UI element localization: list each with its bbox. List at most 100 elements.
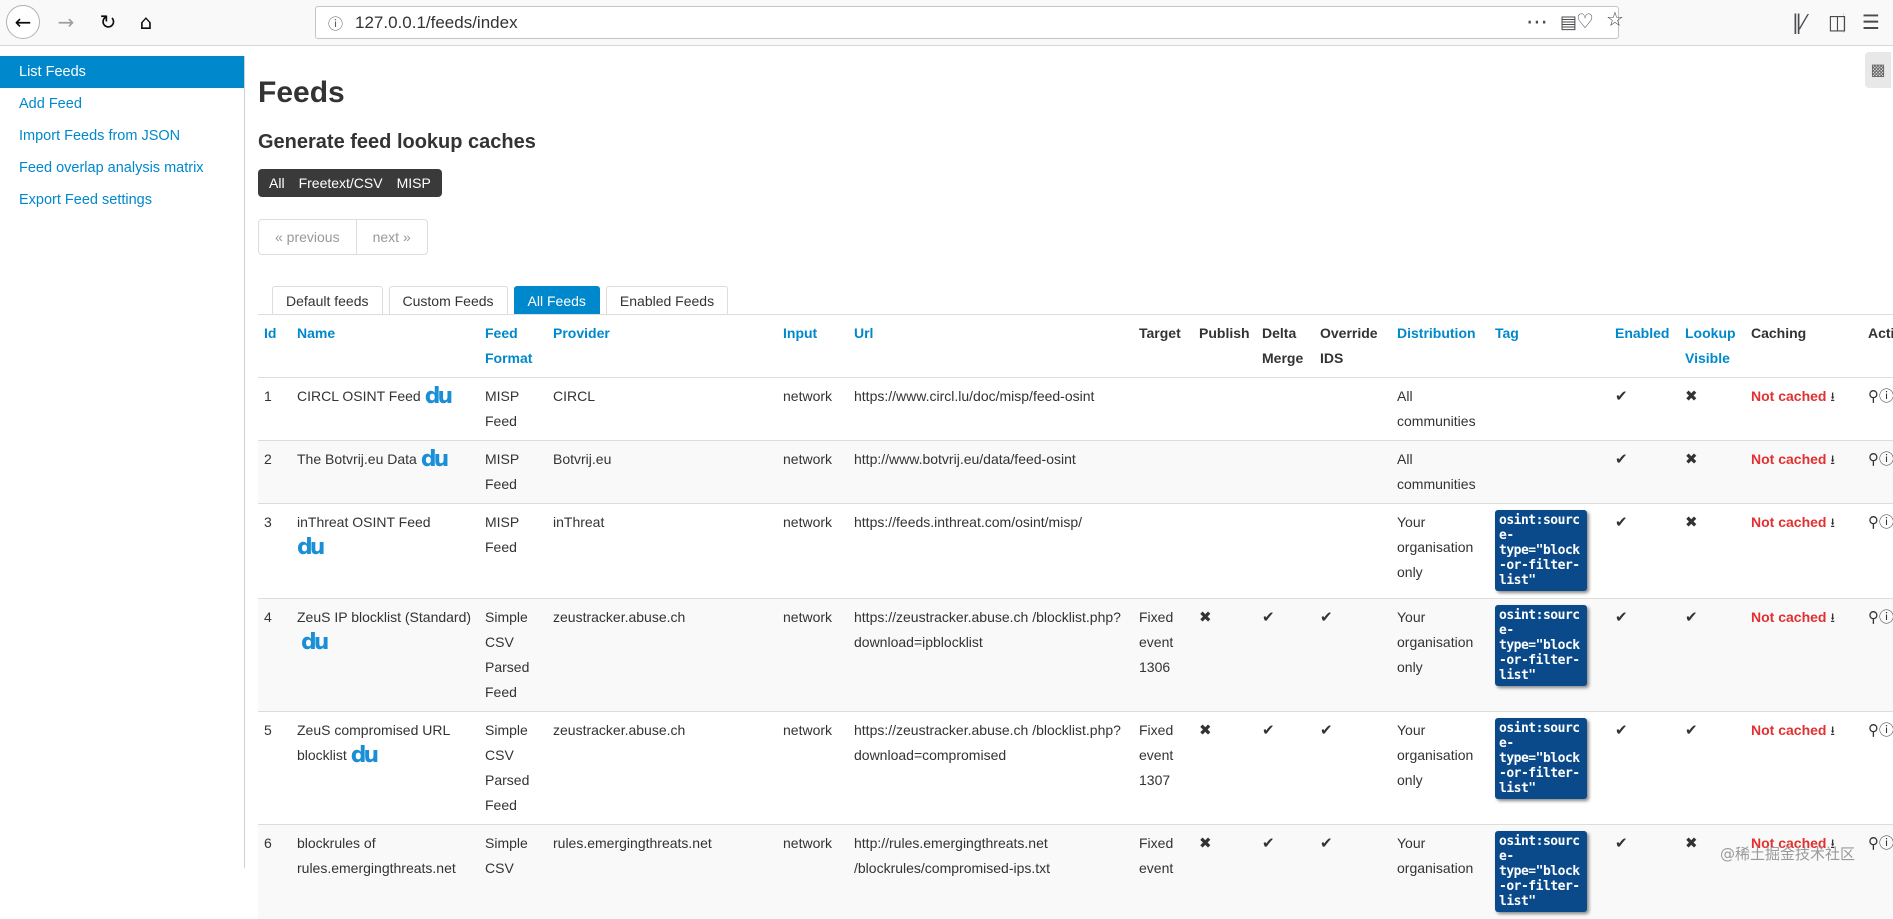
- col-format[interactable]: Feed Format: [479, 315, 547, 378]
- cell-provider: inThreat: [547, 504, 777, 599]
- reload-icon[interactable]: ↻: [92, 6, 124, 38]
- search-icon[interactable]: ⚲: [1868, 834, 1879, 852]
- next-page-link[interactable]: next »: [356, 220, 427, 254]
- feed-name: CIRCL OSINT Feed: [297, 388, 421, 404]
- more-actions-icon[interactable]: ⋯: [1526, 10, 1548, 35]
- col-input[interactable]: Input: [777, 315, 848, 378]
- tab-custom-feeds[interactable]: Custom Feeds: [389, 286, 508, 315]
- search-icon[interactable]: ⚲: [1868, 513, 1879, 531]
- sidebar-item-list-feeds[interactable]: List Feeds: [0, 56, 244, 88]
- tab-default-feeds[interactable]: Default feeds: [272, 286, 383, 315]
- cell-actions: ⚲ⓘ: [1862, 504, 1893, 599]
- tag-badge[interactable]: osint:source-type="block-or-filter-list": [1495, 605, 1587, 686]
- tag-badge[interactable]: osint:source-type="block-or-filter-list": [1495, 831, 1587, 912]
- download-icon[interactable]: ⭳: [1830, 516, 1835, 531]
- tag-badge[interactable]: osint:source-type="block-or-filter-list": [1495, 510, 1587, 591]
- info-icon[interactable]: ⓘ: [328, 13, 343, 34]
- info-icon[interactable]: ⓘ: [1879, 721, 1893, 739]
- sidebar-item-add-feed[interactable]: Add Feed: [0, 88, 244, 120]
- cell-id: 5: [258, 712, 291, 825]
- info-icon[interactable]: ⓘ: [1879, 834, 1893, 852]
- lookup-check-icon: ✔: [1679, 712, 1745, 825]
- cell-distribution: Your organisation only: [1391, 599, 1489, 712]
- lookup-cross-icon: ✖: [1679, 441, 1745, 504]
- reader-view-icon[interactable]: ▤: [1560, 12, 1577, 33]
- info-icon[interactable]: ⓘ: [1879, 608, 1893, 626]
- col-distribution[interactable]: Distribution: [1391, 315, 1489, 378]
- cell-name: blockrules of rules.emergingthreats.net: [291, 825, 479, 919]
- sidebar-item-import-feeds[interactable]: Import Feeds from JSON: [0, 120, 244, 152]
- enabled-check-icon: ✔: [1609, 599, 1679, 712]
- table-row: 2 The Botvrij.eu Datadu MISP Feed Botvri…: [258, 441, 1893, 504]
- cache-misp-button[interactable]: MISP: [390, 175, 438, 191]
- feed-data-icon[interactable]: du: [297, 539, 322, 557]
- col-url[interactable]: Url: [848, 315, 1133, 378]
- cell-override-ids: [1314, 378, 1391, 441]
- url-text[interactable]: 127.0.0.1/feeds/index: [355, 13, 518, 33]
- table-row: 3 inThreat OSINT Feeddu MISP Feed inThre…: [258, 504, 1893, 599]
- lookup-cross-icon: ✖: [1679, 378, 1745, 441]
- info-icon[interactable]: ⓘ: [1879, 387, 1893, 405]
- home-icon[interactable]: ⌂: [130, 6, 162, 38]
- cell-target-link[interactable]: Fixed event 1306: [1133, 599, 1193, 712]
- tag-badge[interactable]: osint:source-type="block-or-filter-list": [1495, 718, 1587, 799]
- bookmark-star-icon[interactable]: ☆: [1606, 7, 1624, 31]
- tab-enabled-feeds[interactable]: Enabled Feeds: [606, 286, 728, 315]
- search-icon[interactable]: ⚲: [1868, 608, 1879, 626]
- back-arrow-icon[interactable]: ←: [6, 5, 40, 39]
- cell-id: 2: [258, 441, 291, 504]
- info-icon[interactable]: ⓘ: [1879, 450, 1893, 468]
- col-provider[interactable]: Provider: [547, 315, 777, 378]
- col-tag[interactable]: Tag: [1489, 315, 1609, 378]
- pocket-icon[interactable]: ♡: [1576, 9, 1594, 33]
- override-check-icon: ✔: [1314, 599, 1391, 712]
- cache-all-button[interactable]: All: [262, 175, 292, 191]
- col-enabled[interactable]: Enabled: [1609, 315, 1679, 378]
- extension-icon[interactable]: ▩: [1865, 52, 1891, 88]
- watermark: @稀土掘金技术社区: [1720, 843, 1855, 864]
- feed-data-icon[interactable]: du: [425, 388, 450, 406]
- download-icon[interactable]: ⭳: [1830, 611, 1835, 626]
- table-row: 4 ZeuS IP blocklist (Standard)du Simple …: [258, 599, 1893, 712]
- cell-target-link[interactable]: Fixed event 1307: [1133, 712, 1193, 825]
- search-icon[interactable]: ⚲: [1868, 721, 1879, 739]
- col-actions: Actions: [1862, 315, 1893, 378]
- tab-all-feeds[interactable]: All Feeds: [514, 286, 600, 315]
- lookup-check-icon: ✔: [1679, 599, 1745, 712]
- col-lookup-visible[interactable]: Lookup Visible: [1679, 315, 1745, 378]
- download-icon[interactable]: ⭳: [1830, 390, 1835, 405]
- cell-url: https://feeds.inthreat.com/osint/misp/: [848, 504, 1133, 599]
- menu-icon[interactable]: ☰: [1862, 10, 1880, 34]
- feed-name: The Botvrij.eu Data: [297, 451, 417, 467]
- sidebar-toggle-icon[interactable]: ◫: [1828, 10, 1847, 34]
- override-check-icon: ✔: [1314, 825, 1391, 919]
- cache-freetext-button[interactable]: Freetext/CSV: [292, 175, 390, 191]
- feed-data-icon[interactable]: du: [351, 747, 376, 765]
- search-icon[interactable]: ⚲: [1868, 450, 1879, 468]
- sidebar-item-overlap-matrix[interactable]: Feed overlap analysis matrix: [0, 152, 244, 184]
- cell-actions: ⚲ⓘ: [1862, 378, 1893, 441]
- download-icon[interactable]: ⭳: [1830, 453, 1835, 468]
- download-icon[interactable]: ⭳: [1830, 724, 1835, 739]
- feed-data-icon[interactable]: du: [421, 451, 446, 469]
- search-icon[interactable]: ⚲: [1868, 387, 1879, 405]
- table-row: 1 CIRCL OSINT Feeddu MISP Feed CIRCL net…: [258, 378, 1893, 441]
- info-icon[interactable]: ⓘ: [1879, 513, 1893, 531]
- cell-tag: osint:source-type="block-or-filter-list": [1489, 504, 1609, 599]
- cell-target-link[interactable]: Fixed event: [1133, 825, 1193, 919]
- address-bar[interactable]: ⓘ 127.0.0.1/feeds/index ▤ ⋯: [315, 6, 1619, 39]
- col-id[interactable]: Id: [258, 315, 291, 378]
- cell-target: [1133, 378, 1193, 441]
- forward-arrow-icon[interactable]: →: [50, 6, 82, 38]
- col-publish: Publish: [1193, 315, 1256, 378]
- cell-distribution: Your organisation only: [1391, 712, 1489, 825]
- sidebar-item-export-settings[interactable]: Export Feed settings: [0, 184, 244, 216]
- col-name[interactable]: Name: [291, 315, 479, 378]
- cell-input: network: [777, 712, 848, 825]
- cell-format: MISP Feed: [479, 378, 547, 441]
- previous-page-link[interactable]: « previous: [259, 220, 356, 254]
- feed-data-icon[interactable]: du: [301, 634, 326, 652]
- cell-provider: zeustracker.abuse.ch: [547, 712, 777, 825]
- library-icon[interactable]: ‖⁄: [1792, 10, 1805, 34]
- cell-format: Simple CSV Parsed Feed: [479, 599, 547, 712]
